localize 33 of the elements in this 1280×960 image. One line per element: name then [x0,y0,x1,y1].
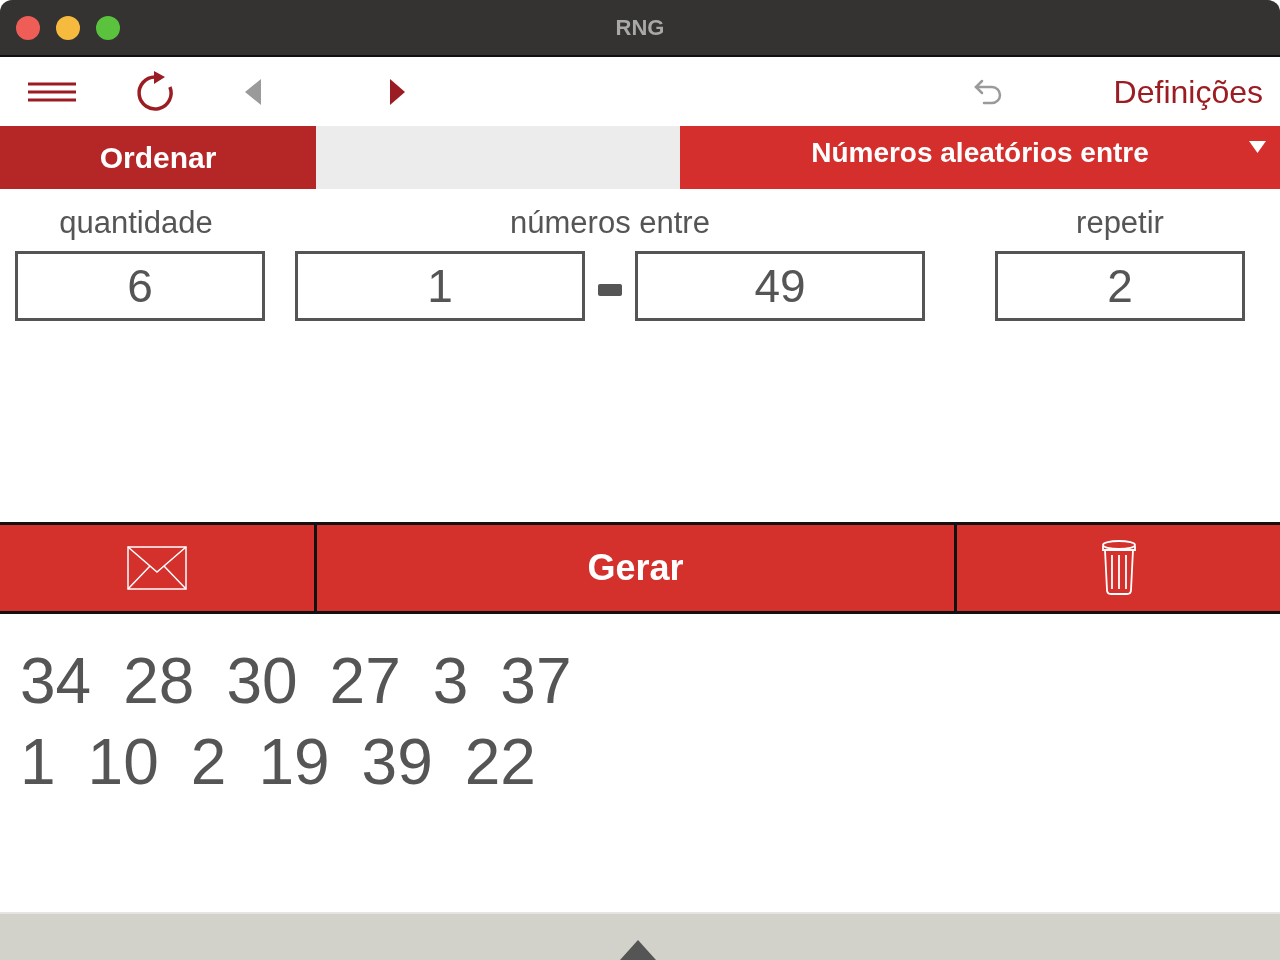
trash-icon [1100,540,1137,596]
result-number: 27 [329,648,401,713]
result-number: 19 [258,729,330,794]
result-number: 39 [361,729,433,794]
repeat-field[interactable]: 2 [995,251,1245,321]
dropdown-caret-icon [1249,141,1266,153]
minimize-icon[interactable] [56,15,80,40]
window-title: RNG [615,14,665,42]
repeat-label: repetir [1076,205,1164,241]
maximize-icon[interactable] [96,15,120,40]
quantity-field[interactable]: 6 [15,251,265,321]
range-label: números entre [510,205,710,241]
range-dash [598,284,622,296]
envelope-icon [127,546,187,590]
result-number: 28 [123,648,195,713]
range-from-field[interactable]: 1 [295,251,585,321]
close-icon[interactable] [16,15,40,40]
triangle-up-icon[interactable] [620,940,656,960]
triangle-right-icon[interactable] [390,78,405,105]
sort-button[interactable]: Ordenar [0,126,316,189]
quantity-label: quantidade [59,205,213,241]
settings-link[interactable]: Definições [1113,75,1263,108]
result-number: 22 [464,729,536,794]
result-number: 37 [500,648,572,713]
mode-dropdown[interactable]: Números aleatórios entre [680,126,1280,189]
result-number: 10 [87,729,159,794]
result-number: 3 [432,648,469,713]
result-number: 34 [20,648,92,713]
menu-icon[interactable] [28,81,76,102]
range-to-field[interactable]: 49 [635,251,925,321]
result-number: 1 [20,729,56,794]
result-number: 30 [226,648,298,713]
result-number: 2 [190,729,227,794]
